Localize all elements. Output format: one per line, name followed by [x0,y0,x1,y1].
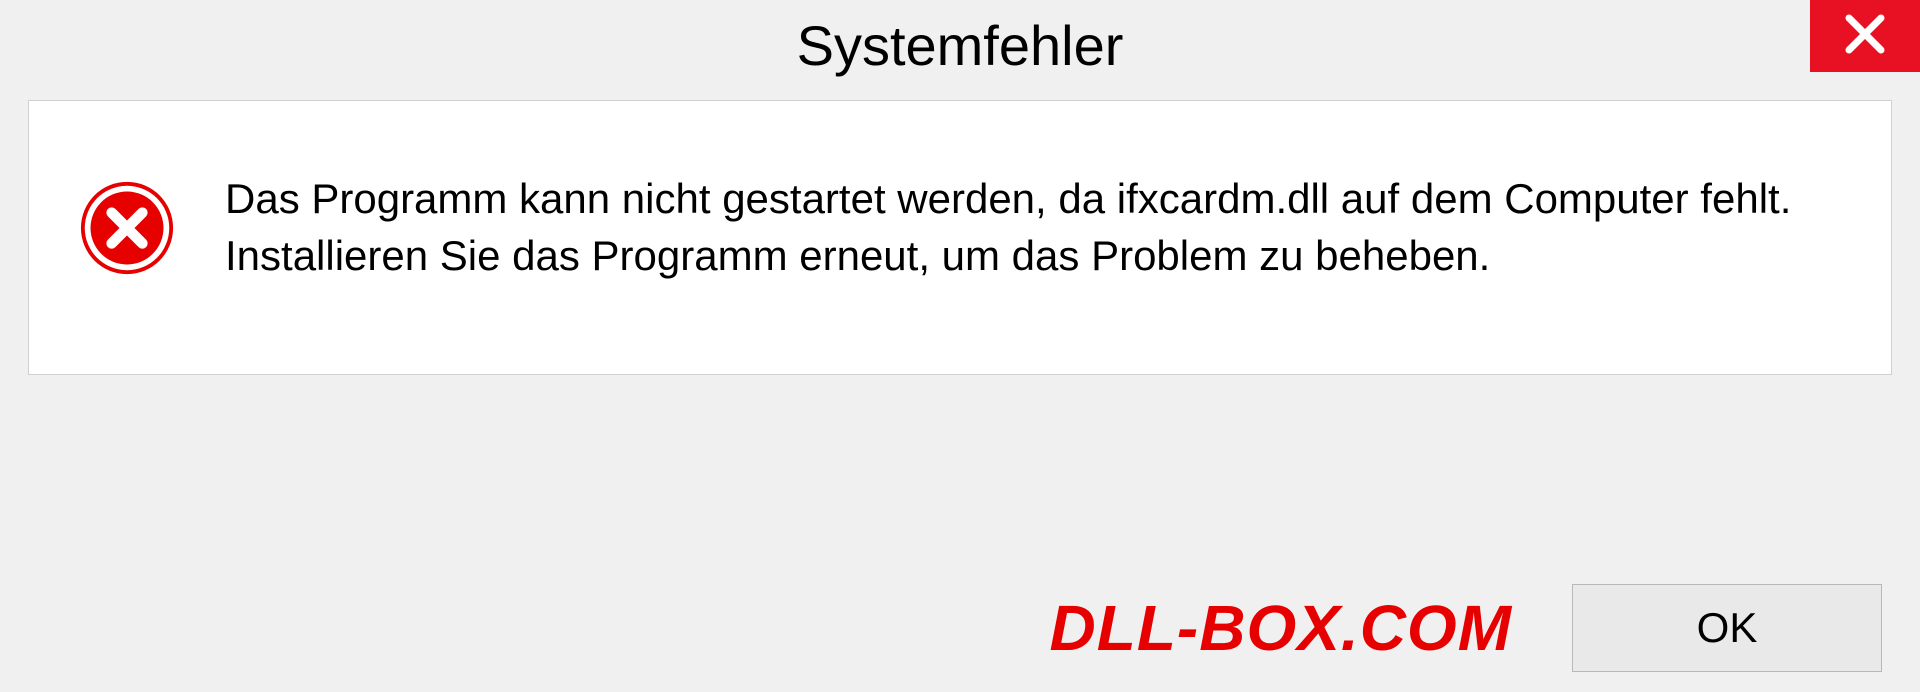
close-button[interactable] [1810,0,1920,72]
error-icon [79,180,175,276]
dialog-title: Systemfehler [797,13,1124,78]
ok-button[interactable]: OK [1572,584,1882,672]
dialog-footer: DLL-BOX.COM OK [0,584,1920,672]
close-icon [1841,10,1889,63]
message-panel: Das Programm kann nicht gestartet werden… [28,100,1892,375]
ok-button-label: OK [1697,604,1758,652]
watermark-text: DLL-BOX.COM [1050,591,1513,665]
title-bar: Systemfehler [0,0,1920,90]
error-message: Das Programm kann nicht gestartet werden… [225,171,1841,284]
